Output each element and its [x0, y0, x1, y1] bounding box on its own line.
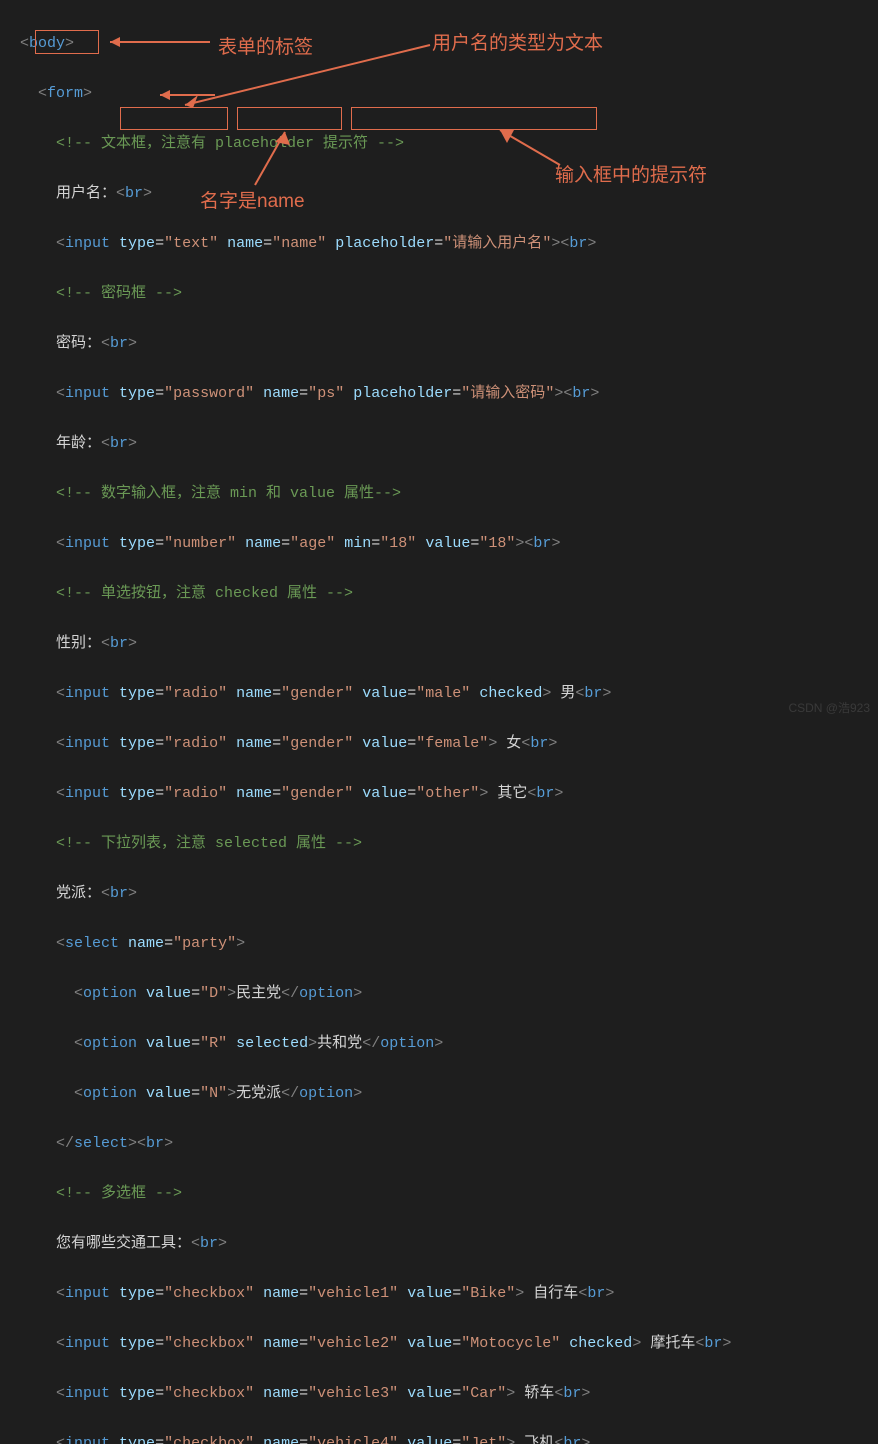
code-comment: <!-- 文本框，注意有 placeholder 提示符 --> — [20, 131, 878, 156]
code-line: <input type="checkbox" name="vehicle3" v… — [20, 1381, 878, 1406]
code-line: 年龄：<br> — [20, 431, 878, 456]
code-line: 用户名：<br> — [20, 181, 878, 206]
code-line: <input type="checkbox" name="vehicle4" v… — [20, 1431, 878, 1444]
code-line: <input type="checkbox" name="vehicle1" v… — [20, 1281, 878, 1306]
code-line: <input type="checkbox" name="vehicle2" v… — [20, 1331, 878, 1356]
code-line: <option value="D">民主党</option> — [20, 981, 878, 1006]
code-line: <input type="radio" name="gender" value=… — [20, 681, 878, 706]
code-line: <input type="radio" name="gender" value=… — [20, 731, 878, 756]
code-comment: <!-- 多选框 --> — [20, 1181, 878, 1206]
code-line: <input type="password" name="ps" placeho… — [20, 381, 878, 406]
code-line: <input type="radio" name="gender" value=… — [20, 781, 878, 806]
code-line: <option value="N">无党派</option> — [20, 1081, 878, 1106]
code-line: 党派：<br> — [20, 881, 878, 906]
code-line: 您有哪些交通工具：<br> — [20, 1231, 878, 1256]
watermark: CSDN @浩923 — [788, 699, 870, 716]
code-line: <form> — [20, 81, 878, 106]
code-comment: <!-- 密码框 --> — [20, 281, 878, 306]
code-comment: <!-- 数字输入框，注意 min 和 value 属性--> — [20, 481, 878, 506]
code-comment: <!-- 单选按钮，注意 checked 属性 --> — [20, 581, 878, 606]
code-line: <select name="party"> — [20, 931, 878, 956]
code-comment: <!-- 下拉列表，注意 selected 属性 --> — [20, 831, 878, 856]
code-line: </select><br> — [20, 1131, 878, 1156]
code-line: <body> — [20, 31, 878, 56]
code-line: 性别：<br> — [20, 631, 878, 656]
code-line: <input type="number" name="age" min="18"… — [20, 531, 878, 556]
code-line: <option value="R" selected>共和党</option> — [20, 1031, 878, 1056]
code-editor: <body> <form> <!-- 文本框，注意有 placeholder 提… — [0, 0, 878, 1444]
code-line: 密码：<br> — [20, 331, 878, 356]
code-line: <input type="text" name="name" placehold… — [20, 231, 878, 256]
